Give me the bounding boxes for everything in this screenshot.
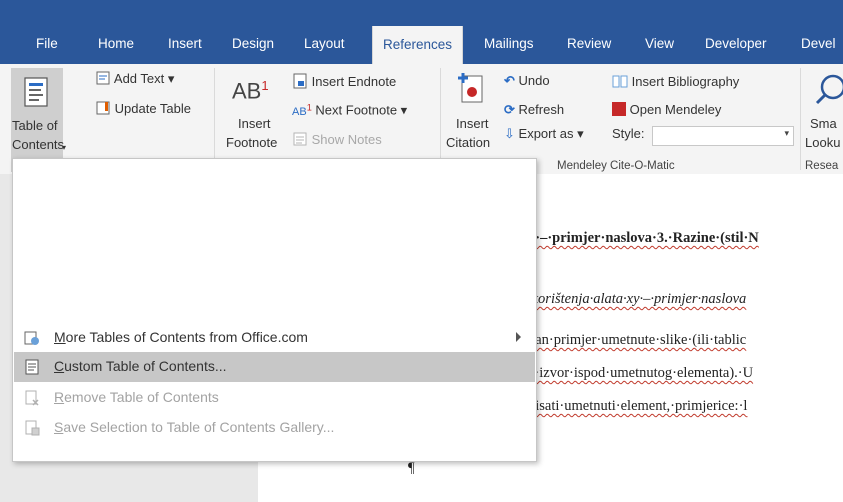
tab-insert[interactable]: Insert	[168, 24, 202, 64]
doc-line-heading: y·–·primjer·naslova·3.·Razine·(stil·N	[528, 230, 759, 246]
document-icon	[25, 359, 39, 375]
table-of-contents-button[interactable]: Table of Contents ▾	[11, 68, 67, 172]
insert-endnote-label: Insert Endnote	[311, 74, 397, 89]
menu-item-label: Save Selection to Table of Contents Gall…	[54, 419, 335, 435]
insert-footnote-label1: Insert	[238, 116, 271, 131]
refresh-label: Refresh	[518, 102, 565, 117]
undo-button[interactable]: ↶ Undo	[504, 73, 550, 89]
add-text-icon	[96, 71, 110, 85]
export-icon: ⇩	[504, 126, 515, 141]
ribbon-tab-bar: File Home Insert Design Layout Reference…	[0, 0, 843, 64]
insert-bibliography-label: Insert Bibliography	[631, 74, 740, 89]
show-notes-icon	[293, 132, 307, 146]
tab-mailings[interactable]: Mailings	[484, 24, 534, 64]
add-text-button[interactable]: Add Text ▾	[95, 70, 174, 87]
ab-icon-text: AB	[232, 78, 262, 104]
menu-item-label: Custom Table of Contents...	[54, 358, 227, 374]
next-footnote-label: Next Footnote	[315, 102, 398, 118]
office-web-icon	[24, 331, 39, 345]
insert-footnote-label2: Footnote	[226, 135, 278, 150]
insert-citation-label1: Insert	[456, 116, 489, 131]
smart-lookup-icon[interactable]	[815, 74, 843, 106]
update-table-label: Update Table	[114, 101, 191, 116]
doc-line-body-3: pisati·umetnuti·element,·primjerice:·l	[528, 398, 748, 414]
group-label-mendeley: Mendeley Cite-O-Matic	[557, 160, 675, 172]
show-notes-button[interactable]: Show Notes	[292, 131, 382, 147]
update-table-icon	[96, 101, 110, 115]
tab-file[interactable]: File	[36, 24, 58, 64]
tab-design[interactable]: Design	[232, 24, 274, 64]
tab-layout[interactable]: Layout	[304, 24, 345, 64]
word-window: File Home Insert Design Layout Reference…	[0, 0, 843, 502]
menu-item-label: Remove Table of Contents	[54, 389, 219, 405]
menu-item-save-to-gallery[interactable]: Save Selection to Table of Contents Gall…	[14, 413, 535, 443]
mendeley-icon	[612, 102, 626, 116]
group-separator	[214, 68, 215, 170]
menu-item-label: More Tables of Contents from Office.com	[54, 329, 308, 345]
add-text-label: Add Text	[113, 71, 165, 86]
insert-endnote-icon	[293, 73, 307, 89]
doc-line-body-1: dan·primjer·umetnute·slike·(ili·tablic	[528, 332, 747, 348]
table-of-contents-dropdown: More Tables of Contents from Office.com …	[12, 158, 537, 462]
chevron-down-icon: ▾	[62, 143, 67, 152]
insert-citation-icon[interactable]	[456, 72, 486, 108]
insert-endnote-button[interactable]: Insert Endnote	[292, 73, 396, 89]
chevron-down-icon: ▾	[784, 128, 789, 138]
tab-home[interactable]: Home	[98, 24, 134, 64]
chevron-right-icon	[516, 332, 521, 342]
toc-label-line2: Contents	[12, 137, 65, 152]
refresh-icon: ⟳	[504, 102, 515, 117]
toc-label-line1: Table of	[12, 118, 58, 133]
next-footnote-icon: AB1	[292, 102, 312, 118]
refresh-button[interactable]: ⟳ Refresh	[504, 102, 564, 118]
update-table-button[interactable]: Update Table	[95, 100, 191, 116]
undo-icon: ↶	[504, 73, 515, 88]
smart-lookup-label2: Looku	[805, 135, 841, 150]
tab-review[interactable]: Review	[567, 24, 611, 64]
tab-references[interactable]: References	[372, 26, 464, 64]
tab-developer-2[interactable]: Devel	[801, 24, 836, 64]
doc-line-body-2: a·izvor·ispod·umetnutog·elementa).·U	[528, 365, 754, 381]
insert-footnote-icon[interactable]: AB1	[232, 78, 269, 104]
menu-item-remove-toc[interactable]: Remove Table of Contents	[14, 383, 535, 413]
export-as-label: Export as	[518, 126, 574, 141]
group-label-research: Resea	[805, 160, 839, 172]
doc-line-caption: ·korištenja·alata·xy·–·primjer·naslova	[528, 291, 747, 307]
undo-label: Undo	[518, 73, 550, 88]
smart-lookup-label1: Sma	[810, 116, 837, 131]
next-footnote-button[interactable]: AB1 Next Footnote ▾	[292, 102, 407, 119]
group-separator	[800, 68, 801, 170]
show-notes-label: Show Notes	[311, 132, 382, 147]
citation-style-select[interactable]: ▾	[652, 126, 794, 146]
menu-item-more-tocs[interactable]: More Tables of Contents from Office.com	[14, 323, 535, 353]
insert-citation-label2: Citation	[446, 135, 491, 150]
export-as-button[interactable]: ⇩ Export as ▾	[504, 126, 584, 142]
bibliography-icon	[612, 75, 628, 88]
tab-developer[interactable]: Developer	[705, 24, 767, 64]
group-separator	[440, 68, 441, 170]
style-label: Style:	[612, 126, 645, 141]
open-mendeley-button[interactable]: Open Mendeley	[612, 102, 721, 117]
tab-view[interactable]: View	[645, 24, 674, 64]
save-gallery-icon	[25, 420, 40, 436]
menu-item-custom-toc[interactable]: Custom Table of Contents...	[14, 352, 535, 382]
insert-bibliography-button[interactable]: Insert Bibliography	[612, 73, 739, 89]
open-mendeley-label: Open Mendeley	[629, 102, 722, 117]
remove-toc-icon	[25, 390, 39, 406]
paragraph-mark: ¶	[408, 460, 415, 476]
table-of-contents-icon	[24, 77, 48, 107]
